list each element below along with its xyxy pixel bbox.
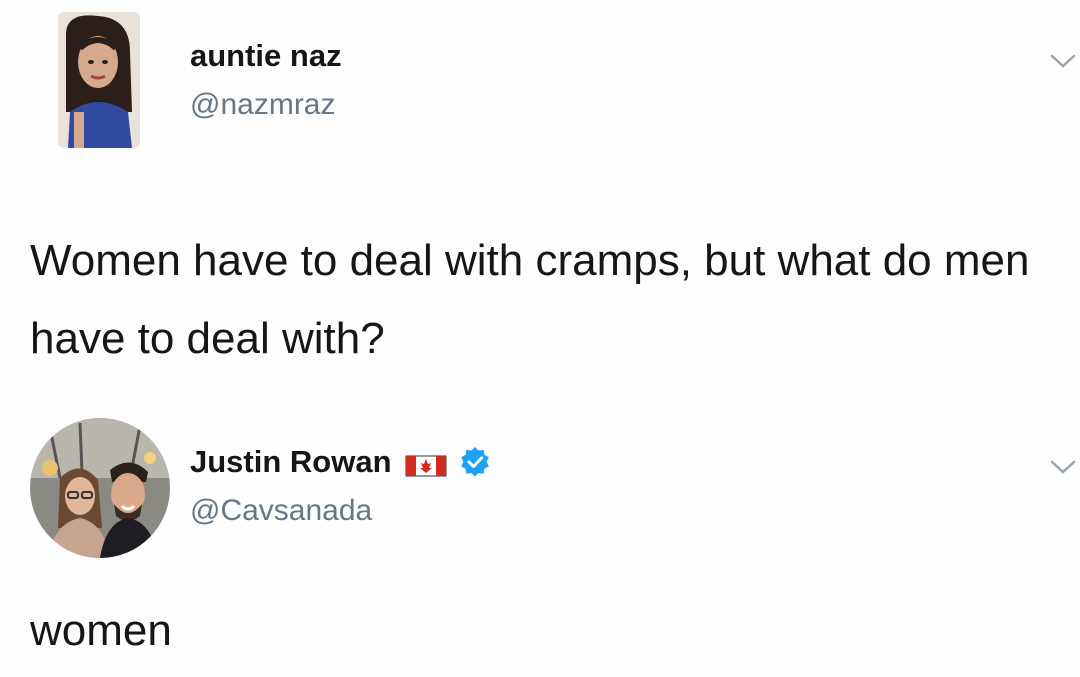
user-handle[interactable]: @nazmraz	[190, 88, 336, 122]
avatar-auntie-naz[interactable]	[58, 12, 140, 148]
user-handle[interactable]: @Cavsanada	[190, 494, 372, 528]
chevron-down-icon[interactable]	[1050, 52, 1076, 70]
verified-badge-icon	[460, 447, 490, 477]
avatar-justin-rowan[interactable]	[30, 418, 170, 558]
tweet-text: women	[30, 606, 172, 655]
display-name[interactable]: auntie naz	[190, 38, 342, 74]
tweet-screenshot: auntie naz @nazmraz Women have to deal w…	[0, 0, 1080, 677]
chevron-down-icon[interactable]	[1050, 458, 1076, 476]
avatar-photo-icon	[30, 418, 170, 558]
tweet-text: Women have to deal with cramps, but what…	[30, 236, 1042, 363]
display-name[interactable]: Justin Rowan	[190, 444, 392, 480]
display-name-row: Justin Rowan	[190, 444, 490, 480]
avatar-photo-icon	[58, 12, 140, 148]
canada-flag-icon	[404, 450, 448, 477]
